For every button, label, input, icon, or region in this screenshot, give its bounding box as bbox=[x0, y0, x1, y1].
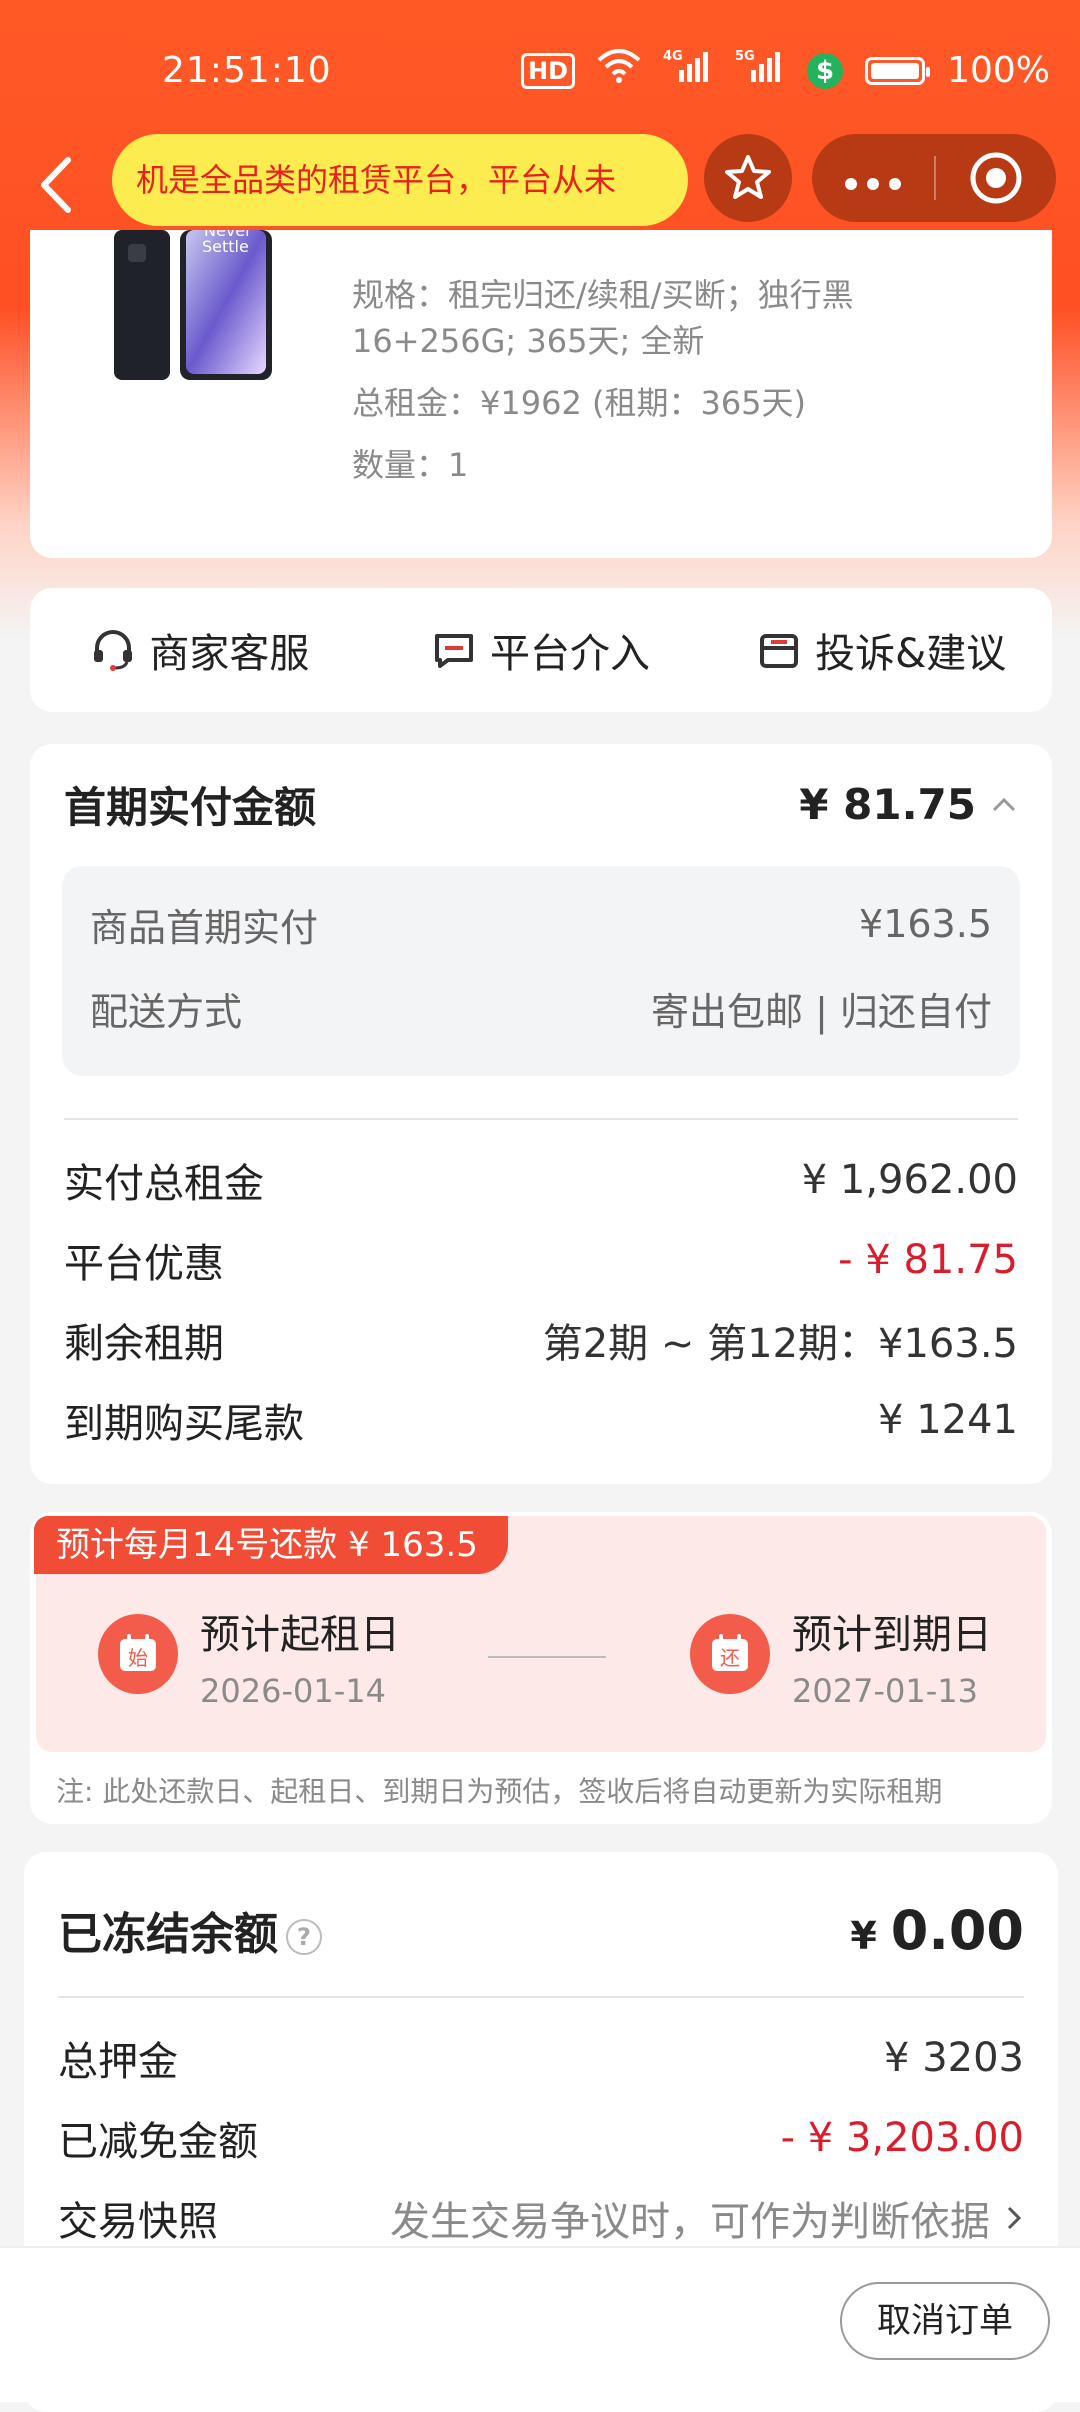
first-payment-card: 首期实付金额 ¥ 81.75 商品首期实付 ¥163.5 配送方式 寄出包邮 |… bbox=[30, 744, 1052, 1484]
close-button[interactable] bbox=[936, 150, 1056, 206]
wifi-icon bbox=[597, 48, 641, 93]
frozen-title: 已冻结余额 bbox=[58, 1909, 278, 1960]
end-date-title: 预计到期日 bbox=[792, 1612, 992, 1658]
status-icons: HD 4G 5G $ 100% bbox=[521, 48, 1050, 93]
trade-snapshot-row[interactable]: 交易快照 发生交易争议时，可作为判断依据 bbox=[58, 2188, 1024, 2248]
date-connector bbox=[488, 1656, 606, 1658]
status-time: 21:51:10 bbox=[162, 50, 332, 91]
more-icon bbox=[845, 178, 901, 190]
message-icon bbox=[435, 634, 473, 668]
summary-row: 剩余租期 第2期 ~ 第12期：¥163.5 bbox=[64, 1321, 1018, 1367]
help-icon[interactable]: ? bbox=[286, 1919, 322, 1955]
chevron-left-icon bbox=[41, 157, 71, 213]
headset-icon bbox=[94, 630, 133, 671]
end-date: 2027-01-13 bbox=[792, 1672, 978, 1710]
signal-icon: 5G bbox=[735, 48, 785, 93]
calendar-start-icon: 始 bbox=[98, 1614, 178, 1694]
svg-text:还: 还 bbox=[720, 1646, 740, 1670]
frozen-row: 总押金 ¥ 3203 bbox=[58, 2035, 1024, 2085]
favorite-button[interactable] bbox=[704, 134, 792, 222]
action-label: 平台介入 bbox=[490, 631, 650, 677]
action-label: 商家客服 bbox=[149, 631, 310, 677]
spec-line-2: 16+256G; 365天; 全新 bbox=[352, 322, 705, 360]
bottom-bar: 取消订单 bbox=[0, 2246, 1080, 2402]
svg-text:4G: 4G bbox=[663, 49, 683, 64]
platform-intervene-button[interactable]: 平台介入 bbox=[371, 621, 712, 679]
frozen-amount: 0.00 bbox=[890, 1898, 1024, 1962]
product-card[interactable]: Settle Never 规格：租完归还/续租/买断；独行黑 16+256G; … bbox=[30, 221, 1052, 558]
mini-program-capsule bbox=[812, 134, 1056, 222]
frozen-currency: ¥ bbox=[850, 1913, 877, 1958]
chevron-right-icon bbox=[1007, 2206, 1022, 2230]
chevron-up-icon bbox=[992, 797, 1016, 812]
start-date: 2026-01-14 bbox=[200, 1672, 386, 1710]
svg-text:Never: Never bbox=[204, 230, 252, 240]
battery-icon bbox=[865, 56, 931, 85]
back-button[interactable] bbox=[30, 150, 90, 220]
svg-text:始: 始 bbox=[128, 1646, 148, 1670]
first-payment-header[interactable]: 首期实付金额 ¥ 81.75 bbox=[64, 774, 1018, 834]
summary-row: 平台优惠 - ¥ 81.75 bbox=[64, 1237, 1018, 1287]
first-payment-amount: ¥ 81.75 bbox=[799, 779, 976, 829]
cancel-order-button[interactable]: 取消订单 bbox=[840, 2282, 1050, 2360]
summary-row: 实付总租金 ¥ 1,962.00 bbox=[64, 1157, 1018, 1207]
total-rent: 总租金：¥1962 (租期：365天) bbox=[352, 384, 807, 422]
status-bar: 21:51:10 HD 4G 5G $ 100% bbox=[0, 0, 1080, 130]
first-payment-details: 商品首期实付 ¥163.5 配送方式 寄出包邮 | 归还自付 bbox=[62, 866, 1020, 1076]
product-image: Settle Never bbox=[114, 221, 274, 382]
dollar-icon: $ bbox=[807, 52, 844, 89]
mail-icon bbox=[760, 634, 799, 668]
target-icon bbox=[970, 152, 1022, 204]
frozen-row: 已减免金额 - ¥ 3,203.00 bbox=[58, 2115, 1024, 2165]
schedule-panel: 预计每月14号还款 ¥ 163.5 始 预计起租日 2026-01-14 还 预… bbox=[34, 1516, 1046, 1752]
summary-row: 到期购买尾款 ¥ 1241 bbox=[64, 1397, 1018, 1447]
complaint-button[interactable]: 投诉&建议 bbox=[711, 621, 1052, 679]
detail-row: 配送方式 寄出包邮 | 归还自付 bbox=[90, 989, 992, 1034]
calendar-end-icon: 还 bbox=[690, 1614, 770, 1694]
hd-icon: HD bbox=[521, 52, 576, 89]
notice-marquee[interactable]: 机是全品类的租赁平台，平台从未 bbox=[112, 134, 688, 226]
start-date-title: 预计起租日 bbox=[200, 1612, 400, 1658]
quantity: 数量：1 bbox=[352, 446, 469, 484]
spec-line-1: 规格：租完归还/续租/买断；独行黑 bbox=[352, 276, 854, 314]
monthly-repay-tag: 预计每月14号还款 ¥ 163.5 bbox=[34, 1516, 508, 1574]
battery-percent: 100% bbox=[947, 50, 1050, 91]
divider bbox=[64, 1118, 1018, 1120]
schedule-card: 预计每月14号还款 ¥ 163.5 始 预计起租日 2026-01-14 还 预… bbox=[30, 1512, 1052, 1824]
first-payment-title: 首期实付金额 bbox=[64, 782, 317, 832]
action-row: 商家客服 平台介入 投诉&建议 bbox=[30, 588, 1052, 712]
more-button[interactable] bbox=[812, 155, 934, 201]
signal-icon: 4G bbox=[663, 48, 713, 93]
detail-row: 商品首期实付 ¥163.5 bbox=[90, 902, 992, 950]
frozen-header: 已冻结余额? ¥ 0.00 bbox=[58, 1890, 1024, 1970]
svg-text:5G: 5G bbox=[735, 49, 755, 64]
schedule-note: 注: 此处还款日、起租日、到期日为预估，签收后将自动更新为实际租期 bbox=[56, 1775, 943, 1808]
divider bbox=[58, 1996, 1024, 1998]
star-icon bbox=[725, 155, 771, 199]
merchant-service-button[interactable]: 商家客服 bbox=[30, 621, 371, 679]
action-label: 投诉&建议 bbox=[815, 631, 1007, 677]
